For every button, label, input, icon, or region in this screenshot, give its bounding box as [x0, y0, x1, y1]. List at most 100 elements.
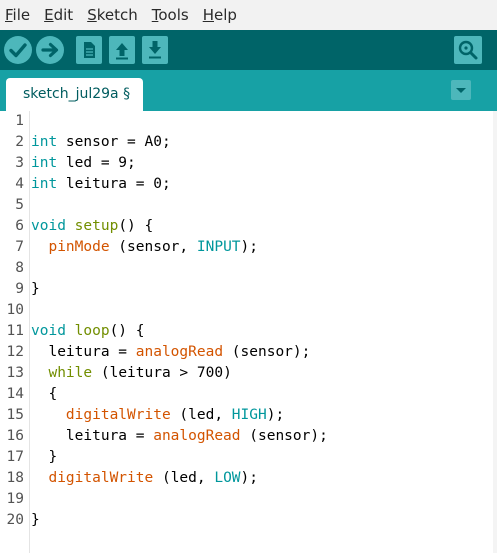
code-line[interactable]: void loop() { [31, 321, 145, 342]
line-number: 12 [6, 344, 24, 360]
line-number: 18 [6, 470, 24, 486]
new-sketch-button[interactable] [75, 35, 105, 65]
line-number: 5 [15, 197, 24, 213]
menu-tools[interactable]: Tools [152, 6, 189, 24]
code-token-type: int [31, 176, 58, 192]
tab-menu-button[interactable] [451, 80, 471, 104]
code-token-plain: led = 9; [57, 155, 136, 171]
toolbar [0, 30, 497, 70]
code-token-plain: leitura = [31, 344, 136, 360]
code-token-func: digitalWrite [65, 407, 171, 423]
check-icon [4, 36, 32, 64]
code-line[interactable]: { [31, 384, 57, 405]
code-line[interactable]: digitalWrite (led, HIGH); [31, 405, 284, 426]
code-line[interactable]: } [31, 279, 40, 300]
code-token-plain: () { [109, 323, 145, 339]
upload-button[interactable] [35, 35, 65, 65]
save-button[interactable] [141, 35, 171, 65]
line-number: 16 [6, 428, 24, 444]
code-token-func: pinMode [48, 239, 110, 255]
line-number-gutter: 1 2 3 4 5 6 7 8 9 10 11 12 13 14 15 16 17 18 19 20 [0, 111, 30, 553]
line-number: 2 [15, 134, 24, 150]
arduino-ide-window: File Edit Sketch Tools Help sketch_jul29… [0, 0, 497, 553]
code-token-type: void [31, 323, 66, 339]
menu-edit[interactable]: Edit [44, 6, 73, 24]
code-line[interactable]: } [31, 510, 40, 531]
code-token-type: int [31, 134, 58, 150]
tab-sketch[interactable]: sketch_jul29a § [6, 78, 143, 111]
code-token-plain: } [31, 449, 58, 465]
code-token-const: INPUT [196, 239, 241, 255]
line-number: 15 [6, 407, 24, 423]
code-line[interactable]: void setup() { [31, 216, 153, 237]
code-line[interactable]: int led = 9; [31, 153, 136, 174]
code-token-ctrl: setup [74, 218, 119, 234]
code-token-type: int [31, 155, 58, 171]
line-number: 1 [15, 113, 24, 129]
code-token-func: analogRead [153, 428, 241, 444]
code-line[interactable]: digitalWrite (led, LOW); [31, 468, 258, 489]
code-token-plain: leitura = 0; [57, 176, 171, 192]
line-number: 9 [15, 281, 24, 297]
code-token-ctrl: while [48, 365, 93, 381]
code-token-plain: } [31, 281, 40, 297]
triangle-down-icon [451, 80, 471, 100]
code-token-plain: ); [266, 407, 285, 423]
code-token-plain: } [31, 512, 40, 528]
menu-sketch[interactable]: Sketch [87, 6, 138, 24]
line-number: 14 [6, 386, 24, 402]
verify-button[interactable] [3, 35, 33, 65]
line-number: 11 [6, 323, 24, 339]
line-number: 4 [15, 176, 24, 192]
code-token-plain: leitura = [31, 428, 154, 444]
code-token-const: HIGH [231, 407, 267, 423]
tab-label: sketch_jul29a § [23, 86, 131, 102]
editor-scrollbar[interactable] [493, 111, 497, 553]
line-number: 13 [6, 365, 24, 381]
code-token-plain: ); [240, 470, 259, 486]
menu-help[interactable]: Help [203, 6, 237, 24]
arrow-down-icon [142, 36, 168, 64]
code-token-plain: ); [240, 239, 259, 255]
open-button[interactable] [108, 35, 138, 65]
code-token-plain: sensor = A0; [57, 134, 171, 150]
code-line[interactable]: int sensor = A0; [31, 132, 171, 153]
code-line[interactable]: } [31, 447, 57, 468]
line-number: 6 [15, 218, 24, 234]
code-token-plain: (sensor); [240, 428, 328, 444]
code-token-ctrl: loop [74, 323, 110, 339]
tab-strip: sketch_jul29a § [0, 70, 497, 111]
line-number: 8 [15, 260, 24, 276]
line-number: 3 [15, 155, 24, 171]
menu-file[interactable]: File [5, 6, 30, 24]
code-token-func: digitalWrite [48, 470, 154, 486]
line-number: 7 [15, 239, 24, 255]
new-file-icon [76, 36, 102, 64]
code-token-plain: (led, [153, 470, 215, 486]
code-token-type: void [31, 218, 66, 234]
arrow-up-icon [109, 36, 135, 64]
arrow-right-icon [36, 36, 64, 64]
line-number: 20 [6, 512, 24, 528]
code-token-plain: (leitura > 700) [92, 365, 232, 381]
code-line[interactable]: int leitura = 0; [31, 174, 171, 195]
magnifier-icon [454, 36, 482, 64]
code-line[interactable]: pinMode (sensor, INPUT); [31, 237, 258, 258]
serial-monitor-button[interactable] [453, 35, 483, 65]
code-line[interactable]: leitura = analogRead (sensor); [31, 342, 310, 363]
code-token-plain: (sensor, [109, 239, 197, 255]
code-editor[interactable]: 1 2 3 4 5 6 7 8 9 10 11 12 13 14 15 16 17 18 19 20 int sens… [0, 111, 497, 553]
menu-bar: File Edit Sketch Tools Help [0, 0, 497, 30]
code-token-plain: (sensor); [223, 344, 311, 360]
code-token-plain: (led, [170, 407, 232, 423]
code-line[interactable]: while (leitura > 700) [31, 363, 232, 384]
code-token-func: analogRead [135, 344, 224, 360]
code-line[interactable]: leitura = analogRead (sensor); [31, 426, 328, 447]
code-token-plain: () { [118, 218, 154, 234]
